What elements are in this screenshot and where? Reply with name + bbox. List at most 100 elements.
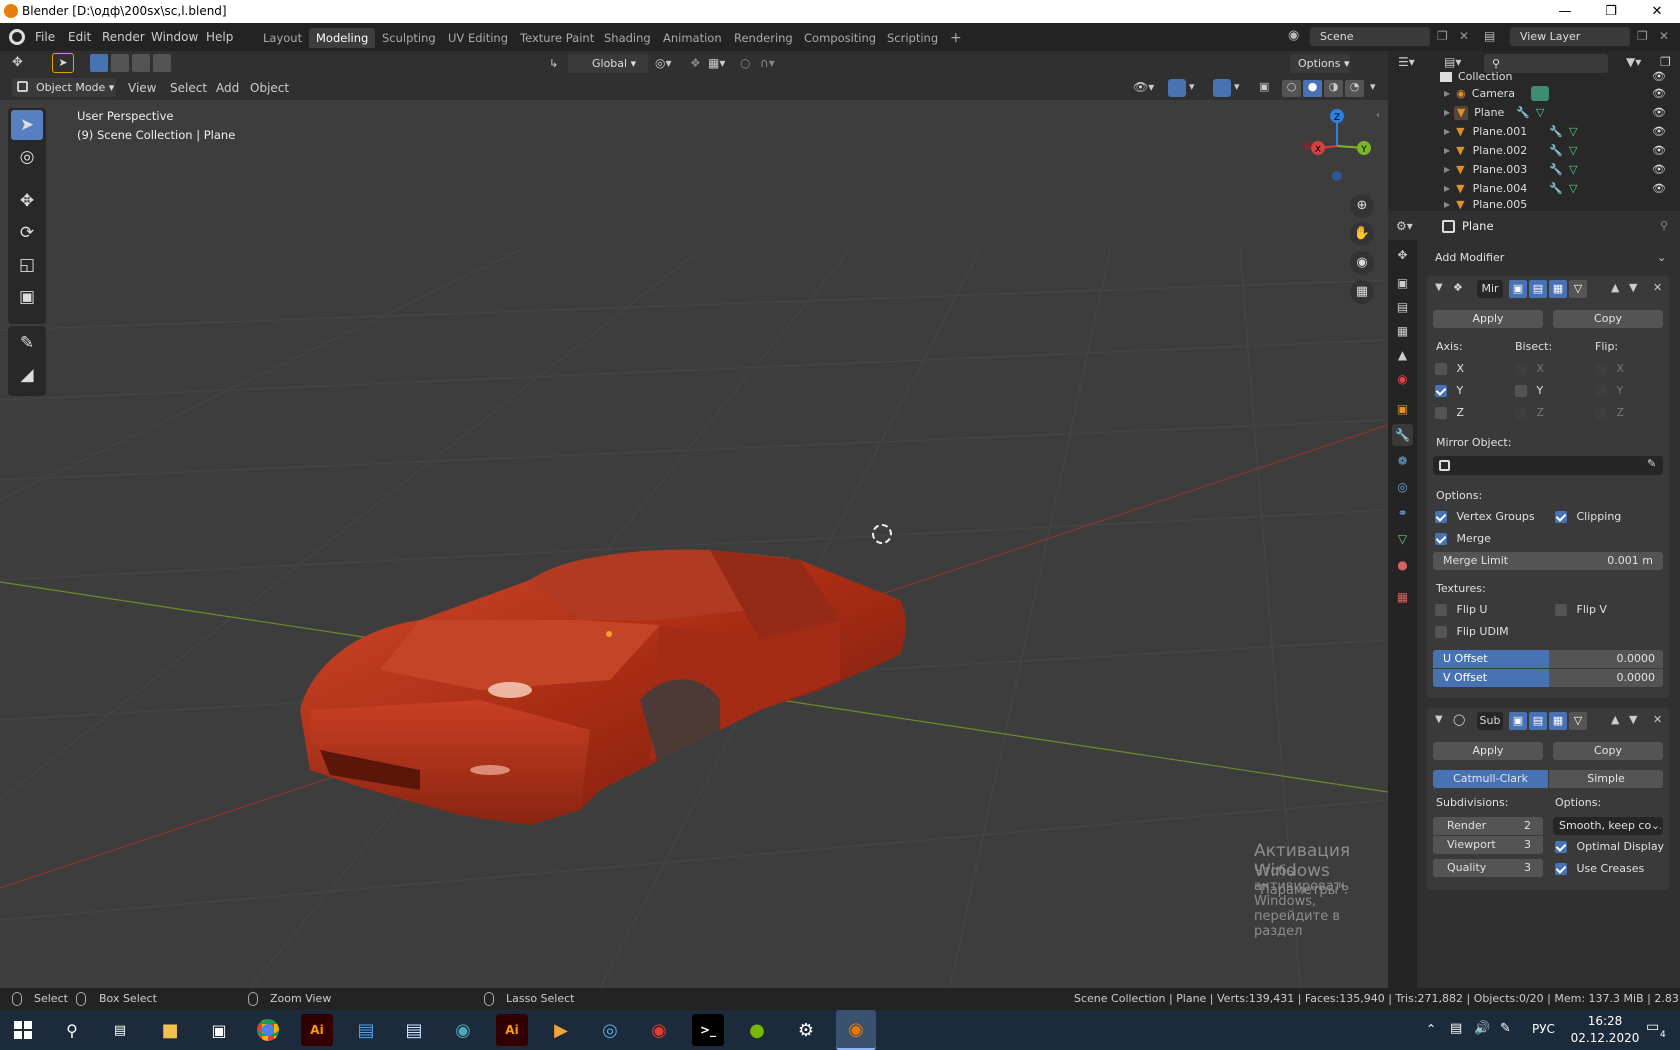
gizmo-toggle-icon[interactable] xyxy=(1168,79,1186,97)
outliner-row-plane-005[interactable]: ▶ ▼ Plane.005 xyxy=(1388,198,1680,211)
menu-view[interactable]: View xyxy=(123,79,161,97)
output-tab-icon[interactable]: ▤ xyxy=(1392,296,1413,318)
rotate-tool-icon[interactable]: ⟳ xyxy=(11,218,43,248)
data-tab-icon[interactable]: ▽ xyxy=(1392,528,1413,550)
flip-udim-checkbox[interactable]: Flip UDIM xyxy=(1435,625,1509,638)
cage-toggle-icon[interactable]: ▽ xyxy=(1569,712,1587,730)
mode-new-icon[interactable] xyxy=(90,54,108,72)
filter-icon[interactable]: ▼▾ xyxy=(1626,55,1641,69)
uv-smooth-dropdown[interactable]: Smooth, keep cor... ⌄ xyxy=(1553,817,1663,835)
mirror-copy-button[interactable]: Copy xyxy=(1553,310,1663,328)
xray-icon[interactable]: ▣ xyxy=(1259,80,1269,93)
transform-tool-icon[interactable]: ▣ xyxy=(11,282,43,312)
menu-select[interactable]: Select xyxy=(165,79,212,97)
outliner-row-plane-002[interactable]: ▶ ▼ Plane.002 🔧 ▽ 👁 xyxy=(1388,141,1680,160)
edit-mode-toggle-icon[interactable]: ▣ xyxy=(1509,280,1527,298)
minimize-button[interactable]: — xyxy=(1542,0,1588,23)
visibility-icon[interactable]: 👁▾ xyxy=(1133,80,1154,94)
3d-cursor-icon[interactable] xyxy=(872,524,892,544)
scene-copy-icon[interactable]: ❐ xyxy=(1437,29,1448,43)
scene-selector[interactable]: Scene xyxy=(1310,27,1430,46)
cage-toggle-icon[interactable]: ▽ xyxy=(1569,280,1587,298)
clipping-checkbox[interactable]: Clipping xyxy=(1555,510,1621,523)
chrome-icon[interactable] xyxy=(252,1014,284,1046)
world-tab-icon[interactable]: ◉ xyxy=(1392,368,1413,390)
tab-modeling[interactable]: Modeling xyxy=(309,28,376,48)
task-view-icon[interactable]: ▤ xyxy=(104,1014,136,1046)
tab-rendering[interactable]: Rendering xyxy=(727,28,800,48)
bisect-z-checkbox[interactable]: Z xyxy=(1515,406,1544,419)
tab-compositing[interactable]: Compositing xyxy=(797,28,883,48)
tab-texture-paint[interactable]: Texture Paint xyxy=(513,28,601,48)
flip-y-checkbox[interactable]: Y xyxy=(1595,384,1623,397)
select-box-tool-icon[interactable]: ➤ xyxy=(11,110,43,140)
axis-z-checkbox[interactable]: Z xyxy=(1435,406,1464,419)
eye-icon[interactable]: 👁 xyxy=(1652,125,1666,138)
file-explorer-icon[interactable]: ■ xyxy=(154,1014,186,1046)
axis-y-checkbox[interactable]: Y xyxy=(1435,384,1463,397)
pen-icon[interactable]: ✎ xyxy=(1500,1021,1511,1036)
blender-taskbar-icon[interactable]: ◉ xyxy=(836,1010,876,1050)
use-creases-checkbox[interactable]: Use Creases xyxy=(1555,862,1644,875)
remove-modifier-icon[interactable]: ✕ xyxy=(1653,713,1662,726)
pivot-point-icon[interactable]: ◎▾ xyxy=(655,56,672,70)
subsurf-copy-button[interactable]: Copy xyxy=(1553,742,1663,760)
render-tab-icon[interactable]: ▣ xyxy=(1392,272,1413,294)
move-down-icon[interactable]: ▼ xyxy=(1629,281,1637,294)
network-icon[interactable]: ▤ xyxy=(1450,1021,1462,1036)
zoom-icon[interactable]: ⊕ xyxy=(1350,194,1374,218)
mode-extend-icon[interactable] xyxy=(111,54,129,72)
app-teal-icon[interactable]: ◉ xyxy=(447,1014,479,1046)
move-up-icon[interactable]: ▲ xyxy=(1611,713,1619,726)
eye-icon[interactable]: 👁 xyxy=(1652,144,1666,157)
mirror-apply-button[interactable]: Apply xyxy=(1433,310,1543,328)
scale-tool-icon[interactable]: ◱ xyxy=(11,250,43,280)
quality-field[interactable]: Quality 3 xyxy=(1433,859,1543,877)
cursor-tool-icon[interactable]: ◎ xyxy=(11,142,43,172)
windows-start-icon[interactable] xyxy=(14,1021,32,1039)
shading-dropdown-icon[interactable]: ▾ xyxy=(1370,80,1376,93)
eye-icon[interactable]: 👁 xyxy=(1652,106,1666,119)
clock-time[interactable]: 16:28 xyxy=(1580,1014,1630,1028)
mode-subtract-icon[interactable] xyxy=(132,54,150,72)
bisect-x-checkbox[interactable]: X xyxy=(1515,362,1544,375)
solid-shading-icon[interactable]: ● xyxy=(1303,80,1322,97)
volume-icon[interactable]: 🔊 xyxy=(1474,1021,1490,1036)
tray-chevron-icon[interactable]: ⌃ xyxy=(1426,1022,1436,1036)
display-mode-icon[interactable]: ▤▾ xyxy=(1444,55,1461,69)
tool-tab-icon[interactable]: ✥ xyxy=(1392,244,1413,266)
expand-icon[interactable]: ▶ xyxy=(1444,146,1450,155)
menu-file[interactable]: File xyxy=(30,28,60,46)
viewport-toggle-icon[interactable]: ▤ xyxy=(1529,712,1547,730)
illustrator-icon[interactable]: Ai xyxy=(301,1014,333,1046)
v-offset-slider[interactable]: V Offset 0.0000 xyxy=(1433,669,1663,687)
outliner-editor-icon[interactable]: ☰▾ xyxy=(1398,55,1415,69)
tab-shading[interactable]: Shading xyxy=(597,28,658,48)
subsurf-apply-button[interactable]: Apply xyxy=(1433,742,1543,760)
editor-type-icon[interactable]: ✥ xyxy=(12,55,23,70)
menu-object[interactable]: Object xyxy=(245,79,294,97)
add-workspace-icon[interactable]: + xyxy=(943,28,969,48)
collapse-icon[interactable]: ▼ xyxy=(1435,282,1443,293)
expand-icon[interactable]: ▶ xyxy=(1444,89,1450,98)
new-collection-icon[interactable]: ❐ xyxy=(1660,55,1671,69)
particles-tab-icon[interactable]: ❁ xyxy=(1392,450,1413,472)
snap-target-icon[interactable]: ▦▾ xyxy=(708,56,725,70)
expand-icon[interactable]: ▶ xyxy=(1444,108,1450,117)
move-tool-icon[interactable]: ✥ xyxy=(11,186,43,216)
view-layer-remove-icon[interactable]: ✕ xyxy=(1659,29,1669,43)
merge-checkbox[interactable]: Merge xyxy=(1435,532,1491,545)
terminal-icon[interactable]: >_ xyxy=(692,1014,724,1046)
language-indicator[interactable]: РУС xyxy=(1532,1022,1555,1036)
outliner-row-plane-001[interactable]: ▶ ▼ Plane.001 🔧 ▽ 👁 xyxy=(1388,122,1680,141)
menu-edit[interactable]: Edit xyxy=(63,28,96,46)
merge-limit-field[interactable]: Merge Limit 0.001 m xyxy=(1433,552,1663,570)
document-icon[interactable]: ▤ xyxy=(398,1014,430,1046)
close-button[interactable]: ✕ xyxy=(1634,0,1680,23)
collapse-icon[interactable]: ▼ xyxy=(1435,714,1443,725)
view-layer-copy-icon[interactable]: ❐ xyxy=(1637,29,1648,43)
expand-icon[interactable]: ▶ xyxy=(1444,127,1450,136)
overlay-dropdown-icon[interactable]: ▾ xyxy=(1234,80,1240,93)
scene-tab-icon[interactable]: ▲ xyxy=(1392,344,1413,366)
move-down-icon[interactable]: ▼ xyxy=(1629,713,1637,726)
